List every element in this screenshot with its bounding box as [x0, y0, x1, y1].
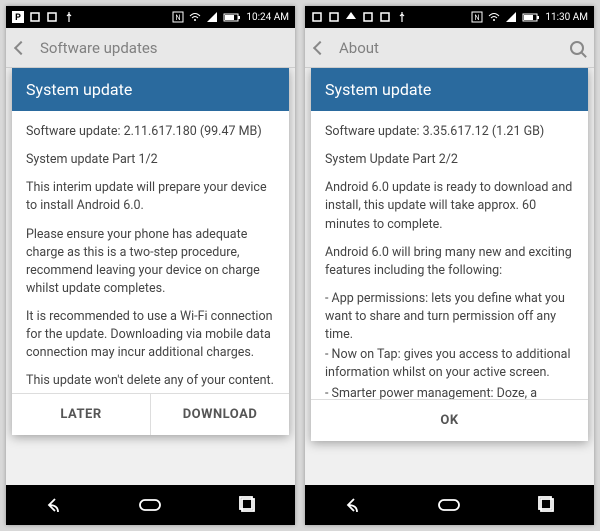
- wifi-icon: [488, 11, 500, 23]
- svg-text:N: N: [176, 14, 181, 22]
- feature-doze: - Smarter power management: Doze, a batt…: [325, 385, 574, 400]
- status-time: 11:30 AM: [545, 12, 588, 23]
- nfc-icon: N: [471, 11, 483, 23]
- back-icon[interactable]: [14, 40, 28, 54]
- update-version: Software update: 2.11.617.180 (99.47 MB): [26, 123, 275, 141]
- notif-icon: [311, 11, 323, 23]
- feature-permissions: - App permissions: lets you define what …: [325, 290, 574, 344]
- dialog-body: Software update: 3.35.617.12 (1.21 GB) S…: [311, 111, 588, 399]
- signal-icon: [206, 11, 218, 23]
- later-button[interactable]: LATER: [12, 394, 150, 435]
- update-part: System update Part 1/2: [26, 151, 275, 169]
- recent-nav-icon[interactable]: [536, 494, 558, 516]
- nav-bar: [305, 485, 594, 525]
- recent-nav-icon[interactable]: [237, 494, 259, 516]
- battery-icon: [223, 11, 241, 23]
- svg-text:P: P: [15, 13, 21, 23]
- update-charge: Please ensure your phone has adequate ch…: [26, 226, 275, 299]
- content-area: CHECK NOW System update Software update:…: [6, 68, 295, 485]
- dialog-body: Software update: 2.11.617.180 (99.47 MB)…: [12, 111, 289, 393]
- nav-bar: [6, 485, 295, 525]
- svg-text:N: N: [475, 14, 480, 22]
- drive-icon: [345, 11, 357, 23]
- update-version: Software update: 3.35.617.12 (1.21 GB): [325, 123, 574, 141]
- page-title: Software updates: [40, 39, 285, 57]
- update-desc: This interim update will prepare your de…: [26, 179, 275, 215]
- home-nav-icon[interactable]: [435, 494, 463, 516]
- nfc-icon: N: [172, 11, 184, 23]
- notif-icon: [362, 11, 374, 23]
- page-title: About: [339, 39, 556, 57]
- notif-icon: [46, 11, 58, 23]
- search-icon[interactable]: [570, 41, 584, 55]
- usb-icon: [396, 11, 408, 23]
- dialog-buttons: OK: [311, 399, 588, 441]
- system-update-dialog: System update Software update: 3.35.617.…: [311, 68, 588, 441]
- back-nav-icon[interactable]: [42, 494, 64, 516]
- status-bar: N 11:30 AM: [305, 6, 594, 28]
- ok-button[interactable]: OK: [311, 400, 588, 441]
- notif-icon: [379, 11, 391, 23]
- home-nav-icon[interactable]: [136, 494, 164, 516]
- notif-icon: [328, 11, 340, 23]
- feature-nowontap: - Now on Tap: gives you access to additi…: [325, 346, 574, 382]
- update-contact: This update won't delete any of your con…: [26, 372, 275, 393]
- back-nav-icon[interactable]: [341, 494, 363, 516]
- dialog-title: System update: [311, 68, 588, 111]
- app-bar: Software updates: [6, 28, 295, 68]
- dialog-buttons: LATER DOWNLOAD: [12, 393, 289, 435]
- content-area: System update Software update: 3.35.617.…: [305, 68, 594, 485]
- system-update-dialog: System update Software update: 2.11.617.…: [12, 68, 289, 435]
- app-bar: About: [305, 28, 594, 68]
- update-wifi: It is recommended to use a Wi-Fi connect…: [26, 308, 275, 362]
- download-button[interactable]: DOWNLOAD: [150, 394, 289, 435]
- usb-icon: [63, 11, 75, 23]
- back-icon[interactable]: [313, 40, 327, 54]
- status-time: 10:24 AM: [246, 12, 289, 23]
- status-bar: P N 10:24 AM: [6, 6, 295, 28]
- wifi-icon: [189, 11, 201, 23]
- right-phone: N 11:30 AM About System update Software …: [305, 6, 594, 525]
- update-ready: Android 6.0 update is ready to download …: [325, 179, 574, 233]
- battery-icon: [522, 11, 540, 23]
- update-features: Android 6.0 will bring many new and exci…: [325, 244, 574, 280]
- dialog-title: System update: [12, 68, 289, 111]
- app-icon: P: [12, 11, 24, 23]
- signal-icon: [505, 11, 517, 23]
- left-phone: P N 10:24 AM Software updates CHECK NOW …: [6, 6, 295, 525]
- update-part: System Update Part 2/2: [325, 151, 574, 169]
- notif-icon: [29, 11, 41, 23]
